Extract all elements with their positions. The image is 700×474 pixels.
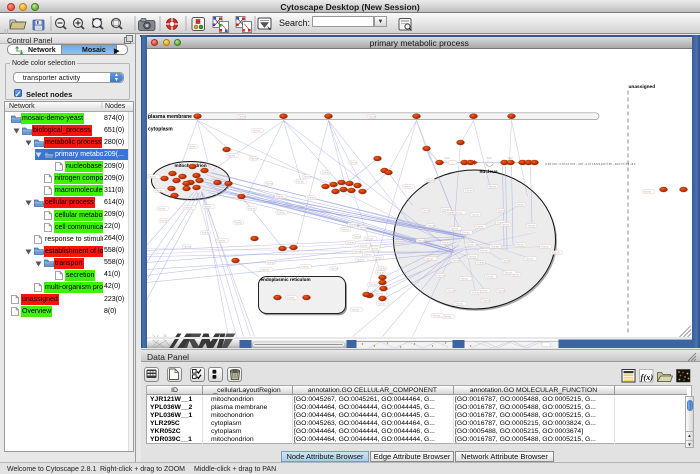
svg-text:Yxx-xx: Yxx-xx: [217, 238, 225, 242]
svg-text:Yxx-xx: Yxx-xx: [471, 212, 479, 216]
svg-text:endoplasmic reticulum: endoplasmic reticulum: [260, 277, 310, 282]
svg-text:Yxx-xx: Yxx-xx: [377, 301, 385, 305]
svg-text:cation:chlorine-ion-cotranspor: cation:chlorine-ion-cotransporter-activi…: [545, 162, 635, 166]
svg-text:Yxx-xx: Yxx-xx: [359, 243, 367, 247]
svg-text:Yxx-xx: Yxx-xx: [377, 266, 385, 270]
svg-text:nucleus: nucleus: [479, 169, 497, 175]
svg-text:Yxx-xx: Yxx-xx: [365, 236, 373, 240]
svg-text:Yxx-xx: Yxx-xx: [356, 257, 364, 261]
svg-text:Yxx-xx: Yxx-xx: [443, 314, 451, 318]
svg-text:Yxx-xx: Yxx-xx: [234, 220, 242, 224]
svg-text:Yxx-xx: Yxx-xx: [300, 264, 308, 268]
svg-text:Yxx-xx: Yxx-xx: [461, 230, 469, 234]
svg-text:Yxx-xx: Yxx-xx: [497, 288, 505, 292]
svg-text:Yxx-xx: Yxx-xx: [247, 206, 255, 210]
svg-text:Yxx-xx: Yxx-xx: [368, 114, 376, 118]
svg-text:Yxx-xx: Yxx-xx: [502, 258, 510, 262]
svg-text:Yxx-xx: Yxx-xx: [464, 188, 472, 192]
svg-text:Yxx-xx: Yxx-xx: [432, 313, 440, 317]
svg-text:Yxx-xx: Yxx-xx: [276, 210, 284, 214]
svg-text:Yxx-xx: Yxx-xx: [375, 291, 383, 295]
svg-text:Yxx-xx: Yxx-xx: [148, 174, 156, 178]
svg-text:Yxx-xx: Yxx-xx: [376, 270, 384, 274]
svg-text:Yxx-xx: Yxx-xx: [188, 144, 196, 148]
svg-text:Yxx-xx: Yxx-xx: [476, 260, 484, 264]
svg-text:Yxx-xx: Yxx-xx: [154, 188, 162, 192]
svg-text:Yxx-xx: Yxx-xx: [447, 288, 455, 292]
svg-text:Yxx-xx: Yxx-xx: [540, 244, 548, 248]
svg-text:Yxx-xx: Yxx-xx: [403, 184, 411, 188]
svg-text:Yxx-xx: Yxx-xx: [437, 273, 445, 277]
svg-text:Yxx-xx: Yxx-xx: [501, 222, 509, 226]
svg-text:Yxx-xx: Yxx-xx: [516, 242, 524, 246]
svg-text:Yxx-xx: Yxx-xx: [527, 223, 535, 227]
svg-text:Yxx-xx: Yxx-xx: [363, 252, 371, 256]
svg-text:Yxx-xx: Yxx-xx: [183, 244, 191, 248]
svg-text:Yxx-xx: Yxx-xx: [482, 298, 490, 302]
svg-text:Yxx-xx: Yxx-xx: [516, 202, 524, 206]
svg-text:Yxx-xx: Yxx-xx: [374, 255, 382, 259]
svg-text:Yxx-xx: Yxx-xx: [184, 205, 192, 209]
svg-text:Yxx-xx: Yxx-xx: [275, 194, 283, 198]
svg-text:unassigned: unassigned: [628, 84, 655, 90]
svg-text:Yxx-xx: Yxx-xx: [266, 260, 274, 264]
svg-text:Yxx-xx: Yxx-xx: [452, 258, 460, 262]
svg-text:Yxx-xx: Yxx-xx: [157, 206, 165, 210]
svg-text:Yxx-xx: Yxx-xx: [551, 250, 559, 254]
svg-text:Yxx-xx: Yxx-xx: [306, 195, 314, 199]
svg-text:Yxx-xx: Yxx-xx: [490, 244, 498, 248]
svg-text:Yxx-xx: Yxx-xx: [468, 254, 476, 258]
svg-text:plasma membrane: plasma membrane: [148, 114, 192, 120]
svg-text:Yxx-xx: Yxx-xx: [450, 226, 458, 230]
svg-text:Yxx-xx: Yxx-xx: [479, 248, 487, 252]
svg-text:Yxx-xx: Yxx-xx: [351, 307, 359, 311]
svg-text:Yxx-xx: Yxx-xx: [341, 227, 349, 231]
svg-text:Yxx-xx: Yxx-xx: [353, 234, 361, 238]
svg-text:Yxx-xx: Yxx-xx: [201, 230, 209, 234]
svg-text:Yxx-xx: Yxx-xx: [346, 240, 354, 244]
svg-text:Yxx-xx: Yxx-xx: [427, 178, 435, 182]
svg-text:Yxx-xx: Yxx-xx: [348, 222, 356, 226]
svg-text:Yxx-xx: Yxx-xx: [368, 282, 376, 286]
svg-text:Yxx-xx: Yxx-xx: [417, 238, 425, 242]
svg-text:Yxx-xx: Yxx-xx: [261, 267, 269, 271]
svg-text:Yxx-xx: Yxx-xx: [479, 288, 487, 292]
svg-text:Yxx-xx: Yxx-xx: [303, 174, 311, 178]
svg-text:Yxx-xx: Yxx-xx: [353, 249, 361, 253]
svg-text:Yxx-xx: Yxx-xx: [238, 114, 246, 118]
svg-text:Yxx-xx: Yxx-xx: [295, 179, 303, 183]
svg-text:Yxx-xx: Yxx-xx: [441, 240, 449, 244]
svg-text:Yxx-xx: Yxx-xx: [250, 156, 258, 160]
svg-text:Yxx-xx: Yxx-xx: [265, 181, 273, 185]
svg-text:Yxx-xx: Yxx-xx: [359, 225, 367, 229]
svg-text:Yxx-xx: Yxx-xx: [485, 274, 493, 278]
svg-text:Yxx-xx: Yxx-xx: [286, 295, 294, 299]
svg-text:Yxx-xx: Yxx-xx: [427, 223, 435, 227]
svg-text:Yxx-xx: Yxx-xx: [497, 208, 505, 212]
svg-text:Yxx-xx: Yxx-xx: [321, 170, 329, 174]
svg-text:Yxx-xx: Yxx-xx: [446, 210, 454, 214]
svg-text:Yxx-xx: Yxx-xx: [455, 301, 463, 305]
svg-text:Yxx-xx: Yxx-xx: [330, 266, 338, 270]
svg-text:Yxx-xx: Yxx-xx: [525, 256, 533, 260]
svg-text:Yxx-xx: Yxx-xx: [370, 246, 378, 250]
svg-text:Yxx-xx: Yxx-xx: [475, 224, 483, 228]
svg-text:Yxx-xx: Yxx-xx: [504, 270, 512, 274]
svg-text:Yxx-xx: Yxx-xx: [488, 184, 496, 188]
svg-text:Yxx-xx: Yxx-xx: [466, 242, 474, 246]
svg-text:Yxx-xx: Yxx-xx: [643, 189, 651, 193]
svg-text:Yxx-xx: Yxx-xx: [252, 128, 260, 132]
svg-text:Yxx-xx: Yxx-xx: [460, 276, 468, 280]
svg-text:Yxx-xx: Yxx-xx: [203, 204, 211, 208]
svg-text:Yxx-xx: Yxx-xx: [349, 160, 357, 164]
svg-text:Yxx-xx: Yxx-xx: [227, 153, 235, 157]
svg-text:f(x): f(x): [641, 372, 654, 382]
svg-text:cytoplasm: cytoplasm: [148, 126, 173, 132]
svg-text:Yxx-xx: Yxx-xx: [422, 208, 430, 212]
svg-text:Yxx-xx: Yxx-xx: [471, 290, 479, 294]
svg-text:Yxx-xx: Yxx-xx: [425, 256, 433, 260]
svg-text:Yxx-xx: Yxx-xx: [159, 218, 167, 222]
